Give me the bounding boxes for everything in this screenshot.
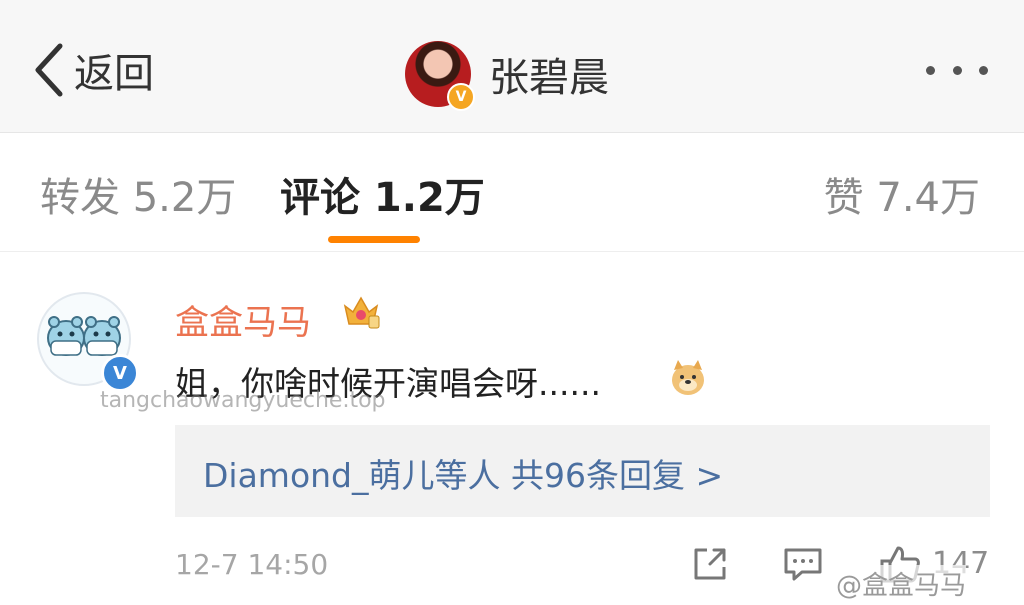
back-label: 返回	[74, 51, 154, 97]
interaction-tabs: 转发 5.2万 评论 1.2万 赞 7.4万	[0, 133, 1024, 252]
chevron-left-icon	[35, 43, 63, 97]
comment-timestamp: 12-7 14:50	[175, 548, 329, 581]
doge-emoji-icon	[672, 360, 704, 395]
top-navbar: 返回 V 张碧晨	[0, 0, 1024, 133]
crown-icon	[343, 296, 380, 329]
tab-likes[interactable]: 赞 7.4万	[824, 165, 980, 223]
more-dot-icon	[926, 65, 935, 75]
commenter-avatar[interactable]: V	[37, 292, 139, 392]
tab-repost[interactable]: 转发 5.2万	[40, 165, 236, 223]
back-button[interactable]: 返回	[30, 40, 154, 100]
avatar[interactable]: V	[405, 41, 475, 111]
verified-badge: V	[101, 354, 139, 392]
more-dot-icon	[952, 65, 962, 75]
replies-summary-text: Diamond_萌儿等人 共96条回复 >	[203, 456, 724, 495]
reply-comment-icon[interactable]	[782, 544, 824, 584]
more-options-button[interactable]	[926, 58, 988, 82]
tab-comments[interactable]: 评论 1.2万	[280, 165, 485, 223]
watermark-text: tangchaowangyueche.top	[100, 388, 386, 413]
active-tab-indicator	[328, 236, 420, 243]
more-dot-icon	[979, 65, 988, 75]
profile-name: 张碧晨	[489, 55, 609, 101]
corner-watermark: @盒盒马马	[836, 565, 967, 602]
replies-summary[interactable]: Diamond_萌儿等人 共96条回复 >	[175, 425, 990, 517]
commenter-name[interactable]: 盒盒马马	[175, 295, 311, 344]
verified-badge: V	[447, 83, 475, 111]
profile-header[interactable]: V 张碧晨	[405, 40, 609, 111]
share-icon[interactable]	[690, 544, 730, 584]
